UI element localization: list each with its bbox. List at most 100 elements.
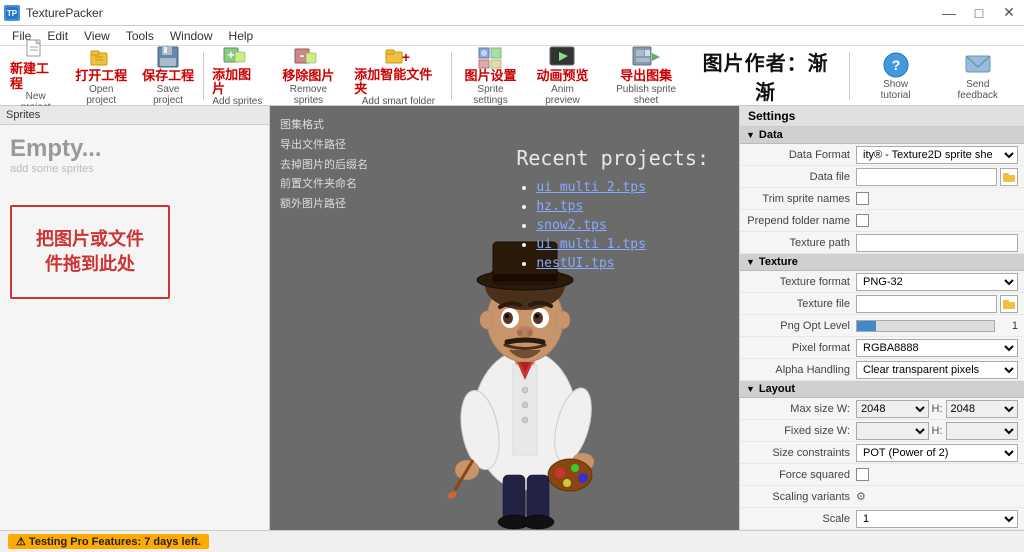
status-bar: ⚠ Testing Pro Features: 7 days left.: [0, 530, 1024, 552]
pixel-format-select[interactable]: RGBA8888: [856, 339, 1018, 357]
max-size-w-select[interactable]: 2048: [856, 400, 929, 418]
texture-path-input[interactable]: [856, 234, 1018, 252]
fixed-size-label: Fixed size W:: [746, 425, 856, 437]
png-opt-slider[interactable]: [856, 320, 995, 332]
remove-sprites-icon: -: [294, 45, 322, 69]
texture-file-input[interactable]: [856, 295, 997, 313]
open-project-button[interactable]: 打开工程 Open project: [67, 47, 135, 105]
alpha-handling-label: Alpha Handling: [746, 364, 856, 376]
prepend-row: Prepend folder name: [740, 210, 1024, 232]
anim-preview-button[interactable]: 动画预览 Anim preview: [527, 47, 597, 105]
add-sprites-button[interactable]: + 添加图片 Add sprites: [206, 47, 269, 105]
section-layout[interactable]: ▼ Layout: [740, 381, 1024, 398]
scaling-variants-row: Scaling variants ⚙: [740, 486, 1024, 508]
list-item: ui multi 1.tps: [536, 237, 709, 252]
open-project-en: Open project: [73, 84, 129, 106]
fixed-size-w-select[interactable]: [856, 422, 929, 440]
fixed-size-h-label: H:: [932, 425, 943, 437]
section-texture-triangle: ▼: [746, 257, 755, 267]
recent-item-3[interactable]: ui multi 1.tps: [536, 237, 646, 252]
scale-select[interactable]: 1: [856, 510, 1018, 528]
smart-folder-button[interactable]: + 添加智能文件夹 Add smart folder: [348, 47, 449, 105]
scaling-variants-gear[interactable]: ⚙: [856, 490, 866, 503]
recent-item-2[interactable]: snow2.tps: [536, 218, 606, 233]
menu-window[interactable]: Window: [162, 26, 221, 46]
scaling-variants-label: Scaling variants: [746, 491, 856, 503]
section-data-label: Data: [759, 129, 783, 141]
recent-item-4[interactable]: nestUI.tps: [536, 256, 614, 271]
trim-names-checkbox[interactable]: [856, 192, 869, 205]
author-text: 图片作者：渐渐: [695, 47, 837, 105]
toolbar-sep-2: [451, 52, 452, 100]
sprites-label: Sprites: [0, 106, 269, 125]
png-opt-label: Png Opt Level: [746, 320, 856, 332]
texture-file-row: Texture file: [740, 293, 1024, 315]
show-tutorial-button[interactable]: ? Show tutorial: [862, 47, 930, 105]
sprite-settings-button[interactable]: 图片设置 Sprite settings: [454, 47, 528, 105]
data-format-select[interactable]: ity® - Texture2D sprite she: [856, 146, 1018, 164]
scaling-variants-control: ⚙: [856, 490, 1018, 503]
publish-button[interactable]: 导出图集 Publish sprite sheet: [598, 47, 695, 105]
cn-label-3: 前置文件夹命名: [280, 175, 368, 195]
recent-item-0[interactable]: ui multi 2.tps: [536, 180, 646, 195]
window-controls: — □ ✕: [934, 0, 1024, 26]
data-format-label: Data Format: [746, 149, 856, 161]
menu-tools[interactable]: Tools: [118, 26, 162, 46]
save-project-button[interactable]: 保存工程 Save project: [135, 47, 201, 105]
alpha-handling-control: Clear transparent pixels: [856, 361, 1018, 379]
close-button[interactable]: ✕: [994, 0, 1024, 26]
scale-label: Scale: [746, 513, 856, 525]
cn-labels-overlay: 图集格式 导出文件路径 去掉图片的后缀名 前置文件夹命名 额外图片路径: [280, 116, 368, 215]
texture-format-select[interactable]: PNG-32: [856, 273, 1018, 291]
force-squared-checkbox[interactable]: [856, 468, 869, 481]
canvas-background: 图集格式 导出文件路径 去掉图片的后缀名 前置文件夹命名 额外图片路径: [270, 106, 739, 530]
menu-view[interactable]: View: [76, 26, 118, 46]
menu-help[interactable]: Help: [221, 26, 262, 46]
remove-sprites-button[interactable]: - 移除图片 Remove sprites: [269, 47, 349, 105]
alpha-handling-select[interactable]: Clear transparent pixels: [856, 361, 1018, 379]
settings-panel: Settings ▼ Data Data Format ity® - Textu…: [739, 106, 1024, 530]
max-size-control: 2048 H: 2048: [856, 400, 1018, 418]
recent-item-1[interactable]: hz.tps: [536, 199, 583, 214]
list-item: hz.tps: [536, 199, 709, 214]
left-panel: Sprites Empty... add some sprites 把图片或文件…: [0, 106, 270, 530]
data-file-row: Data file: [740, 166, 1024, 188]
section-texture[interactable]: ▼ Texture: [740, 254, 1024, 271]
size-constraints-select[interactable]: POT (Power of 2): [856, 444, 1018, 462]
cn-label-4: 额外图片路径: [280, 195, 368, 215]
new-project-button[interactable]: 新建工程 New project: [4, 47, 67, 105]
feedback-label: Send feedback: [946, 79, 1010, 101]
svg-text:?: ?: [891, 57, 900, 73]
main-layout: Sprites Empty... add some sprites 把图片或文件…: [0, 106, 1024, 530]
maximize-button[interactable]: □: [964, 0, 994, 26]
max-size-h-label: H:: [932, 403, 943, 415]
cn-label-0: 图集格式: [280, 116, 368, 136]
data-file-input[interactable]: [856, 168, 997, 186]
svg-text:TP: TP: [7, 9, 18, 18]
send-feedback-button[interactable]: Send feedback: [940, 47, 1016, 105]
new-icon: [24, 38, 48, 62]
fixed-size-row: Fixed size W: H:: [740, 420, 1024, 442]
list-item: ui multi 2.tps: [536, 180, 709, 195]
drop-area[interactable]: 把图片或文件件拖到此处: [10, 205, 170, 299]
svg-text:+: +: [402, 49, 410, 65]
prepend-checkbox[interactable]: [856, 214, 869, 227]
settings-header: Settings: [740, 106, 1024, 127]
size-constraints-label: Size constraints: [746, 447, 856, 459]
max-size-h-select[interactable]: 2048: [946, 400, 1019, 418]
section-layout-triangle: ▼: [746, 384, 755, 394]
png-opt-value: 1: [998, 320, 1018, 332]
data-format-control: ity® - Texture2D sprite she: [856, 146, 1018, 164]
data-file-folder-btn[interactable]: [1000, 168, 1018, 186]
texture-file-folder-btn[interactable]: [1000, 295, 1018, 313]
texture-format-row: Texture format PNG-32: [740, 271, 1024, 293]
section-data[interactable]: ▼ Data: [740, 127, 1024, 144]
fixed-size-h-select[interactable]: [946, 422, 1019, 440]
trim-names-row: Trim sprite names: [740, 188, 1024, 210]
list-item: snow2.tps: [536, 218, 709, 233]
data-file-control: [856, 168, 1018, 186]
publish-en: Publish sprite sheet: [604, 84, 689, 106]
pixel-format-control: RGBA8888: [856, 339, 1018, 357]
texture-format-label: Texture format: [746, 276, 856, 288]
minimize-button[interactable]: —: [934, 0, 964, 26]
